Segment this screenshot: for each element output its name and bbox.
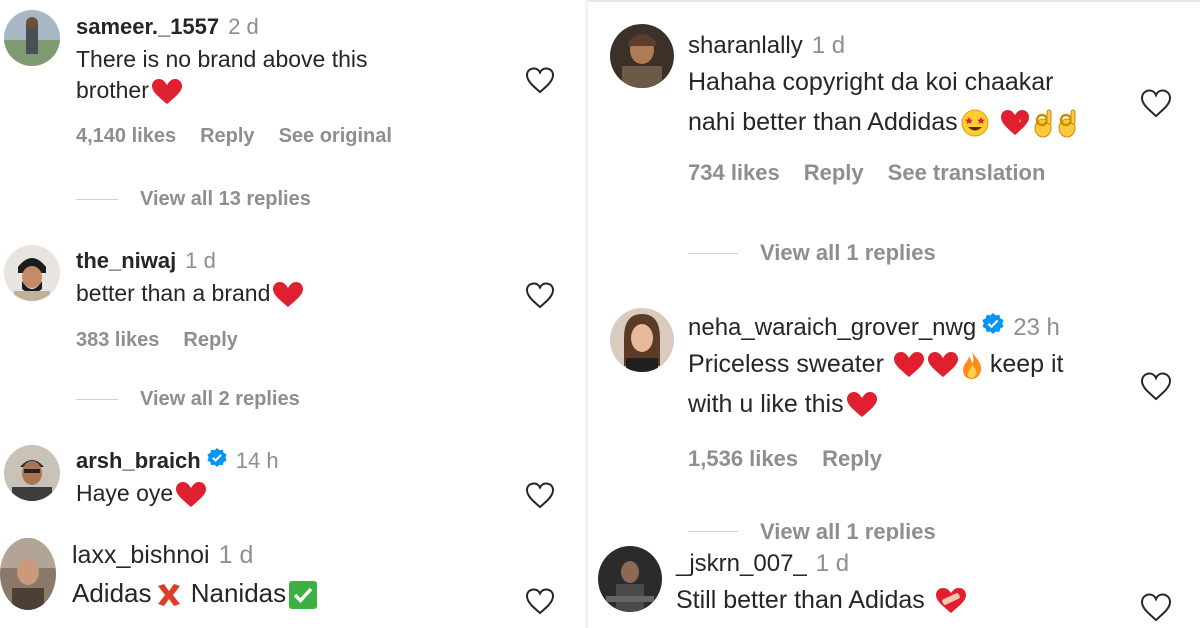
like-heart-icon[interactable] (525, 282, 555, 309)
comment-text-content: Haye oye (76, 480, 174, 506)
red-heart-emoji (846, 392, 878, 418)
comment-time: 1 d (811, 32, 846, 59)
star-struck-face-emoji (960, 108, 990, 138)
comment-time: 1 d (218, 541, 254, 569)
comment-text-line-2: with u like this (688, 390, 844, 418)
comment-text-part-2: keep it (989, 350, 1064, 378)
replies-line (76, 199, 118, 200)
comment-time: 1 d (815, 550, 850, 577)
avatar[interactable] (0, 538, 56, 610)
comment-text-line-2-wrap: nahi better than Addidas (688, 102, 1168, 142)
comment-time: 14 h (235, 448, 279, 473)
like-heart-icon[interactable] (525, 482, 555, 509)
red-heart-emoji (893, 352, 925, 378)
red-heart-emoji (272, 281, 304, 308)
comment-meta: 1,536 likes Reply (688, 446, 1168, 472)
ok-hand-emoji (1057, 108, 1079, 138)
comment-username[interactable]: arsh_braich (76, 448, 201, 474)
replies-line (688, 531, 738, 532)
comment-text-content: better than a brand (76, 280, 271, 306)
view-replies-label: View all 2 replies (140, 388, 300, 410)
comment-username[interactable]: _jskrn_007_ (676, 550, 807, 578)
comment-text-line-1: Hahaha copyright da koi chaakar (688, 68, 1054, 96)
comment-username[interactable]: the_niwaj (76, 248, 176, 274)
like-heart-icon[interactable] (525, 67, 555, 94)
likes-count[interactable]: 1,536 likes (688, 446, 798, 472)
avatar[interactable] (598, 546, 662, 612)
verified-badge-icon (982, 313, 1004, 335)
reply-button[interactable]: Reply (804, 160, 864, 186)
comment-text: Adidas Nanidas (72, 576, 512, 611)
comment-text-content: There is no brand above this brother (76, 46, 368, 103)
see-translation-button[interactable]: See translation (888, 160, 1046, 186)
comment-text-content: Adidas (72, 578, 152, 608)
right-comments-panel: sharanlally 1 d Hahaha copyright da koi … (588, 0, 1200, 628)
heart-with-bandage-emoji (934, 587, 968, 615)
comment-username[interactable]: sharanlally (688, 32, 803, 60)
comment-text: Hahaha copyright da koi chaakar nahi bet… (688, 62, 1168, 142)
like-heart-icon[interactable] (1140, 89, 1172, 118)
comment-text: better than a brand (76, 278, 496, 309)
view-replies-label: View all 1 replies (760, 519, 936, 541)
comment-text-content-2: Nanidas (190, 578, 287, 608)
avatar[interactable] (4, 445, 60, 501)
red-heart-emoji (175, 481, 207, 508)
replies-line (688, 252, 738, 254)
avatar[interactable] (4, 10, 60, 66)
like-heart-icon[interactable] (1140, 372, 1172, 401)
view-replies-label: View all 1 replies (760, 240, 936, 265)
view-replies-button[interactable]: View all 1 replies (688, 519, 936, 541)
comment-meta: 4,140 likes Reply See original (76, 125, 496, 148)
view-replies-button[interactable]: View all 2 replies (76, 388, 300, 411)
comment-meta: 734 likes Reply See translation (688, 160, 1168, 186)
see-original-button[interactable]: See original (279, 125, 392, 148)
cross-mark-emoji (154, 580, 184, 610)
comment-text-line-2-wrap: with u like this (688, 384, 1168, 424)
comment-time: 2 d (228, 14, 259, 39)
comment-text-line-2: nahi better than Addidas (688, 108, 958, 136)
verified-badge-icon (207, 448, 227, 468)
reply-button[interactable]: Reply (822, 446, 882, 472)
comment-text: There is no brand above this brother (76, 44, 436, 105)
like-heart-icon[interactable] (525, 588, 555, 615)
comment-username[interactable]: neha_waraich_grover_nwg (688, 314, 976, 342)
red-heart-emoji (927, 352, 959, 378)
reply-button[interactable]: Reply (200, 125, 254, 148)
comment-time: 23 h (1013, 314, 1060, 341)
comment-username[interactable]: laxx_bishnoi (72, 541, 210, 570)
red-heart-emoji (151, 78, 183, 105)
likes-count[interactable]: 4,140 likes (76, 125, 176, 148)
comment-username[interactable]: sameer._1557 (76, 14, 219, 40)
check-mark-emoji (288, 580, 318, 610)
ok-hand-emoji (1033, 108, 1055, 138)
view-replies-button[interactable]: View all 13 replies (76, 188, 311, 211)
avatar[interactable] (4, 245, 60, 301)
view-replies-button[interactable]: View all 1 replies (688, 240, 936, 266)
view-replies-label: View all 13 replies (140, 188, 311, 210)
comment-text: Haye oye (76, 478, 496, 509)
comment-meta: 383 likes Reply (76, 329, 496, 352)
comment-text-part-1: Priceless sweater (688, 350, 884, 378)
comment-time: 1 d (185, 248, 216, 273)
avatar[interactable] (610, 24, 674, 88)
likes-count[interactable]: 734 likes (688, 160, 780, 186)
comment-text-line-1-wrap: Priceless sweater keep it (688, 344, 1168, 384)
sparkling-heart-emoji (999, 109, 1031, 137)
avatar[interactable] (610, 308, 674, 372)
left-comments-panel: sameer._1557 2 d There is no brand above… (0, 0, 585, 628)
fire-emoji (961, 350, 983, 380)
replies-line (76, 399, 118, 400)
comment-text: Still better than Adidas (676, 580, 1156, 620)
like-heart-icon[interactable] (1140, 593, 1172, 622)
comment-text: Priceless sweater keep it with u like th… (688, 344, 1168, 424)
likes-count[interactable]: 383 likes (76, 329, 159, 352)
comment-text-content: Still better than Adidas (676, 586, 925, 614)
reply-button[interactable]: Reply (183, 329, 237, 352)
